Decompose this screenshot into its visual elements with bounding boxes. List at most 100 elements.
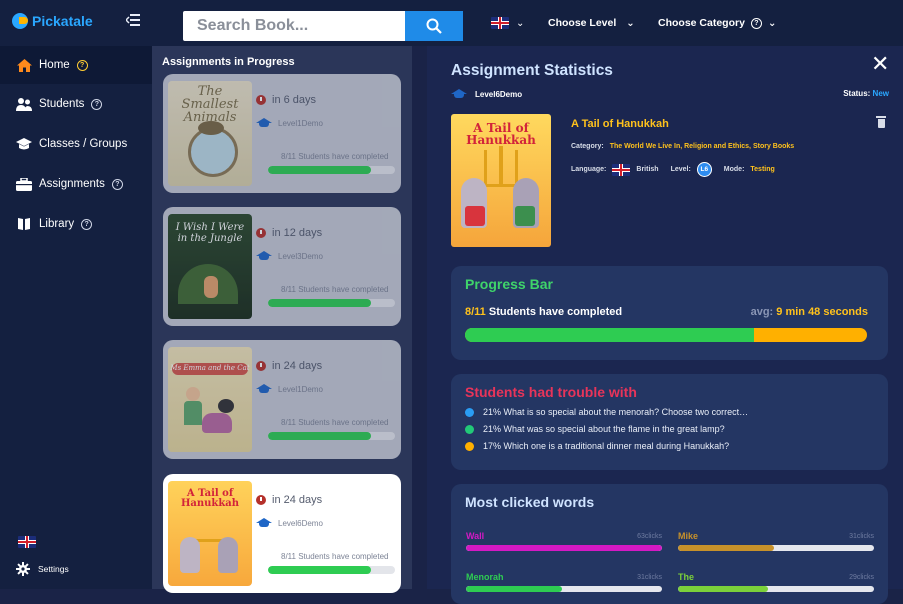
- card-progress-text: 8/11 Students have completed: [281, 552, 389, 561]
- sidebar-item-home[interactable]: Home ?: [0, 46, 152, 84]
- graduation-cap-icon: [256, 251, 272, 261]
- book-cover-ms-emma: Ms Emma and the Cat: [168, 347, 252, 452]
- book-title: A Tail of Hanukkah: [571, 118, 669, 130]
- book-icon: [16, 217, 32, 231]
- sidebar: Home ? Students ? Classes / Groups Assig…: [0, 46, 152, 589]
- sidebar-item-label: Students: [39, 98, 85, 110]
- help-icon[interactable]: ?: [91, 98, 103, 110]
- completed-label: 8/11 Students have completed: [465, 306, 623, 318]
- trouble-question[interactable]: 21% What is so special about the menorah…: [465, 407, 748, 417]
- help-icon[interactable]: ?: [81, 218, 93, 230]
- app-name: Pickatale: [32, 13, 93, 29]
- uk-flag-icon: [491, 17, 509, 29]
- card-progress-bar: [268, 566, 395, 574]
- settings-button[interactable]: Settings: [16, 562, 69, 576]
- clock-icon: [256, 228, 266, 238]
- bullet-icon: [465, 407, 474, 417]
- search-input[interactable]: [183, 11, 405, 41]
- assignment-card[interactable]: The Smallest Animals in 6 days Level1Demo…: [163, 74, 401, 193]
- trash-icon[interactable]: [876, 116, 886, 128]
- bullet-icon: [465, 424, 474, 434]
- level-label: Level6Demo: [256, 518, 323, 528]
- briefcase-icon: [16, 177, 32, 191]
- assignment-card[interactable]: I Wish I Were in the Jungle in 12 days Le…: [163, 207, 401, 326]
- sidebar-item-classes[interactable]: Classes / Groups: [0, 125, 152, 163]
- level-label: Level1Demo: [256, 118, 323, 128]
- book-cover-hanukkah-large: A Tail of Hanukkah: [451, 114, 551, 247]
- list-title: Assignments in Progress: [162, 56, 295, 68]
- clicked-words-section: Most clicked words Wall 63clicks Mike 31…: [451, 484, 888, 604]
- word-stat: The 29clicks: [678, 572, 874, 594]
- card-progress-text: 8/11 Students have completed: [281, 285, 389, 294]
- sidebar-item-label: Library: [39, 218, 75, 230]
- trouble-question[interactable]: 21% What was so special about the flame …: [465, 424, 725, 434]
- uk-flag-icon[interactable]: [18, 536, 36, 548]
- trouble-title: Students had trouble with: [465, 384, 637, 400]
- word-stat: Menorah 31clicks: [466, 572, 662, 594]
- close-icon[interactable]: ✕: [871, 53, 889, 75]
- due-date: in 6 days: [256, 94, 316, 106]
- choose-category-dropdown[interactable]: Choose Category ? ⌄: [658, 17, 776, 29]
- gear-icon: [16, 562, 30, 576]
- trouble-section: Students had trouble with 21% What is so…: [451, 374, 888, 470]
- graduation-cap-icon: [256, 518, 272, 528]
- book-category: Category: The World We Live In, Religion…: [571, 143, 795, 150]
- app-logo[interactable]: Pickatale: [12, 13, 93, 29]
- card-progress-text: 8/11 Students have completed: [281, 152, 389, 161]
- uk-flag-icon: [612, 163, 631, 176]
- level-label: Level1Demo: [256, 384, 323, 394]
- level-label: Level3Demo: [256, 251, 323, 261]
- graduation-cap-icon: [256, 384, 272, 394]
- card-progress-bar: [268, 166, 395, 174]
- status-badge: Status: New: [843, 89, 889, 98]
- progress-title: Progress Bar: [465, 276, 553, 292]
- assignment-card-selected[interactable]: A Tail of Hanukkah in 24 days Level6Demo…: [163, 474, 401, 593]
- sidebar-item-assignments[interactable]: Assignments ?: [0, 165, 152, 203]
- help-icon[interactable]: ?: [111, 178, 123, 190]
- trouble-question[interactable]: 17% Which one is a traditional dinner me…: [465, 441, 729, 451]
- progress-section: Progress Bar 8/11 Students have complete…: [451, 266, 888, 360]
- book-cover-jungle: I Wish I Were in the Jungle: [168, 214, 252, 319]
- help-icon[interactable]: ?: [750, 17, 762, 29]
- sidebar-item-label: Classes / Groups: [39, 138, 128, 150]
- words-title: Most clicked words: [465, 494, 595, 510]
- graduation-cap-icon: [256, 118, 272, 128]
- search-button[interactable]: [405, 11, 463, 41]
- assignment-statistics-panel: Assignment Statistics ✕ Level6Demo Statu…: [427, 46, 903, 604]
- top-bar: Pickatale ⌄ Choose Level ⌄ Choose Catego…: [0, 0, 903, 46]
- due-date: in 12 days: [256, 227, 322, 239]
- search-icon: [426, 18, 442, 34]
- assignment-card[interactable]: Ms Emma and the Cat in 24 days Level1Dem…: [163, 340, 401, 459]
- assignments-list-panel: Assignments in Progress The Smallest Anim…: [152, 46, 412, 593]
- sidebar-item-library[interactable]: Library ?: [0, 205, 152, 243]
- sidebar-item-label: Home: [39, 59, 70, 71]
- settings-label: Settings: [38, 564, 69, 574]
- help-icon[interactable]: ?: [76, 59, 88, 71]
- due-date: in 24 days: [256, 360, 322, 372]
- choose-level-dropdown[interactable]: Choose Level ⌄: [548, 17, 635, 29]
- book-meta: Language: British Level: L6 Mode: Testin…: [571, 162, 775, 177]
- language-selector[interactable]: ⌄: [491, 17, 524, 29]
- level-badge: L6: [696, 162, 712, 177]
- sidebar-item-students[interactable]: Students ?: [0, 85, 152, 123]
- home-icon: [16, 58, 32, 72]
- sidebar-item-label: Assignments: [39, 178, 105, 190]
- book-cover-hanukkah: A Tail of Hanukkah: [168, 481, 252, 586]
- stats-title: Assignment Statistics: [451, 62, 613, 79]
- word-stat: Wall 63clicks: [466, 531, 662, 553]
- word-stat: Mike 31clicks: [678, 531, 874, 553]
- clock-icon: [256, 95, 266, 105]
- bullet-icon: [465, 441, 474, 451]
- choose-level-label: Choose Level: [548, 17, 617, 29]
- card-progress-bar: [268, 299, 395, 307]
- overall-progress-bar: [465, 328, 867, 342]
- card-progress-text: 8/11 Students have completed: [281, 418, 389, 427]
- stats-level: Level6Demo: [451, 89, 522, 99]
- clock-icon: [256, 495, 266, 505]
- chevron-down-icon: ⌄: [767, 17, 777, 29]
- graduation-cap-icon: [451, 89, 467, 99]
- logo-icon: [12, 13, 28, 29]
- collapse-menu-icon[interactable]: [124, 13, 140, 31]
- average-time: avg: 9 min 48 seconds: [750, 306, 868, 318]
- due-date: in 24 days: [256, 494, 322, 506]
